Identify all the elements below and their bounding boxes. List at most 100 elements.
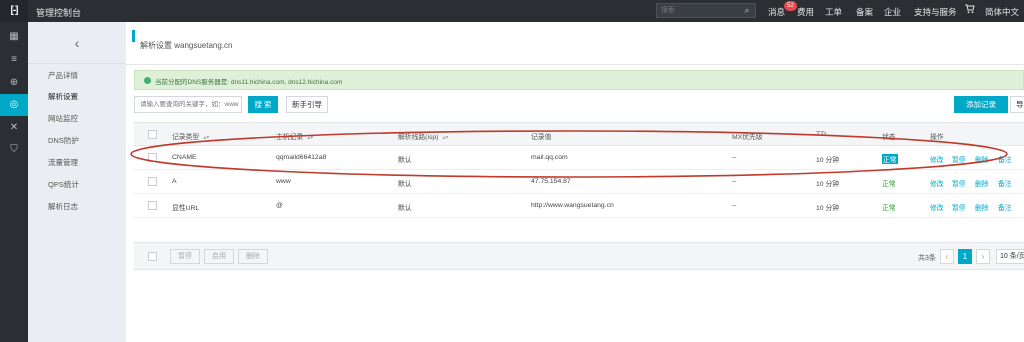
cell-value: http://www.wangsuetang.cn [531, 202, 614, 209]
filing-link[interactable]: 备案 [856, 6, 873, 18]
edit-link[interactable]: 修改 [930, 154, 944, 164]
cell-mx: -- [732, 154, 737, 161]
tools-icon[interactable]: ✕ [0, 117, 28, 139]
guide-button[interactable]: 新手引导 [286, 96, 328, 113]
select-all-checkbox[interactable] [148, 130, 157, 139]
header-actions: 操作 [930, 134, 944, 141]
messages-link[interactable]: 消息 [768, 6, 785, 18]
row-checkbox[interactable] [148, 177, 157, 186]
note-link[interactable]: 备注 [998, 202, 1012, 212]
row-checkbox[interactable] [148, 153, 157, 162]
delete-link[interactable]: 删除 [975, 202, 989, 212]
global-search: ⌕ [656, 3, 756, 18]
sidebar-item-dns-protection[interactable]: DNS防护 [48, 135, 79, 146]
batch-enable-button[interactable]: 启用 [204, 249, 234, 264]
edit-link[interactable]: 修改 [930, 202, 944, 212]
sidebar-item-dns-settings[interactable]: 解析设置 [48, 91, 78, 102]
page-1-button[interactable]: 1 [958, 249, 972, 264]
cell-value: 47.75.154.87 [531, 178, 571, 185]
table-row: A www 默认 47.75.154.87 -- 10 分钟 正常 修改 暂停 … [134, 170, 1024, 194]
pagination-total: 共3条 [918, 255, 936, 262]
next-page-button[interactable]: › [976, 249, 990, 264]
sort-icon[interactable]: ▴▾ [442, 135, 448, 141]
header-host[interactable]: 主机记录 ▴▾ [276, 131, 313, 141]
edit-link[interactable]: 修改 [930, 178, 944, 188]
table-header: 记录类型 ▴▾ 主机记录 ▴▾ 解析线路(isp) ▴▾ 记录值 MX优先级 TTL … [134, 122, 1024, 146]
main-content: 解析设置 wangsuetang.cn 当前分配的DNS服务器是: dns11.… [126, 22, 1024, 342]
footer-select-all-checkbox[interactable] [148, 252, 157, 261]
cell-line: 默认 [398, 157, 412, 164]
sort-icon[interactable]: ▴▾ [203, 135, 209, 141]
search-icon[interactable]: ⌕ [741, 5, 753, 16]
search-input[interactable] [661, 5, 737, 16]
cell-mx: -- [732, 178, 737, 185]
language-switch[interactable]: 简体中文 [985, 6, 1019, 18]
header-type[interactable]: 记录类型 ▴▾ [172, 131, 209, 141]
delete-link[interactable]: 删除 [975, 154, 989, 164]
top-bar: [-] 管理控制台 ⌕ 消息 52 费用 工单 备案 企业 支持与服务 简体中文 [0, 0, 1024, 22]
grid-icon[interactable]: ▦ [0, 26, 28, 48]
cell-mx: -- [732, 202, 737, 209]
back-chevron-icon[interactable]: ‹ [28, 22, 126, 64]
header-divider [126, 64, 1024, 65]
table-row: 显性URL @ 默认 http://www.wangsuetang.cn -- … [134, 194, 1024, 218]
sort-icon[interactable]: ▴▾ [307, 135, 313, 141]
cell-host: qqmaild66412a8 [276, 154, 327, 161]
header-mx: MX优先级 [732, 134, 763, 141]
cell-type: A [172, 178, 177, 185]
cell-value: mail.qq.com [531, 154, 568, 161]
breadcrumb-accent [132, 30, 135, 42]
header-value: 记录值 [531, 134, 552, 141]
cell-status: 正常 [882, 181, 896, 188]
icon-rail: ▦ ≡ ⊕ ◎ ✕ ⛉ [0, 22, 28, 342]
cell-host: @ [276, 202, 283, 209]
sidebar: ‹ 产品详情 解析设置 网站监控 DNS防护 流量管理 QPS统计 解析日志 [28, 22, 126, 342]
page-size-select[interactable]: 10 条/页 [996, 249, 1024, 264]
console-logo-icon[interactable]: [-] [0, 0, 28, 22]
breadcrumb: 解析设置 wangsuetang.cn [140, 41, 233, 50]
sidebar-item-site-monitor[interactable]: 网站监控 [48, 113, 78, 124]
note-link[interactable]: 备注 [998, 178, 1012, 188]
sidebar-item-qps-stats[interactable]: QPS统计 [48, 179, 79, 190]
cell-line: 默认 [398, 205, 412, 212]
cell-line: 默认 [398, 181, 412, 188]
note-link[interactable]: 备注 [998, 154, 1012, 164]
enterprise-link[interactable]: 企业 [884, 6, 901, 18]
header-status: 状态 [882, 134, 896, 141]
tickets-link[interactable]: 工单 [825, 6, 842, 18]
cell-status: 正常 [882, 154, 898, 164]
support-link[interactable]: 支持与服务 [914, 6, 957, 18]
pause-link[interactable]: 暂停 [952, 202, 966, 212]
list-icon[interactable]: ≡ [0, 49, 28, 71]
cell-status: 正常 [882, 205, 896, 212]
sidebar-item-product-details[interactable]: 产品详情 [48, 70, 78, 81]
cart-icon[interactable] [965, 4, 975, 16]
console-title[interactable]: 管理控制台 [36, 6, 81, 19]
pause-link[interactable]: 暂停 [952, 154, 966, 164]
prev-page-button[interactable]: ‹ [940, 249, 954, 264]
shield-icon[interactable]: ⛉ [0, 139, 28, 161]
batch-delete-button[interactable]: 删除 [238, 249, 268, 264]
import-button[interactable]: 导入 [1010, 96, 1024, 113]
pause-link[interactable]: 暂停 [952, 178, 966, 188]
add-record-button[interactable]: 添加记录 [954, 96, 1008, 113]
dns-icon[interactable]: ◎ [0, 94, 28, 116]
cell-ttl: 10 分钟 [816, 157, 840, 164]
table-row: CNAME qqmaild66412a8 默认 mail.qq.com -- 1… [134, 146, 1024, 170]
header-line[interactable]: 解析线路(isp) ▴▾ [398, 131, 448, 141]
globe-icon[interactable]: ⊕ [0, 72, 28, 94]
header-ttl: TTL [816, 131, 829, 138]
search-button[interactable]: 搜 索 [248, 96, 278, 113]
cell-type: CNAME [172, 154, 197, 161]
cell-ttl: 10 分钟 [816, 181, 840, 188]
fees-link[interactable]: 费用 [797, 6, 814, 18]
sidebar-item-dns-log[interactable]: 解析日志 [48, 201, 78, 212]
sidebar-item-traffic-management[interactable]: 流量管理 [48, 157, 78, 168]
dns-server-notice: 当前分配的DNS服务器是: dns11.hichina.com, dns12.h… [134, 70, 1024, 90]
row-checkbox[interactable] [148, 201, 157, 210]
cell-ttl: 10 分钟 [816, 205, 840, 212]
batch-pause-button[interactable]: 暂停 [170, 249, 200, 264]
success-icon [144, 77, 151, 84]
record-filter-input[interactable] [134, 96, 242, 113]
delete-link[interactable]: 删除 [975, 178, 989, 188]
